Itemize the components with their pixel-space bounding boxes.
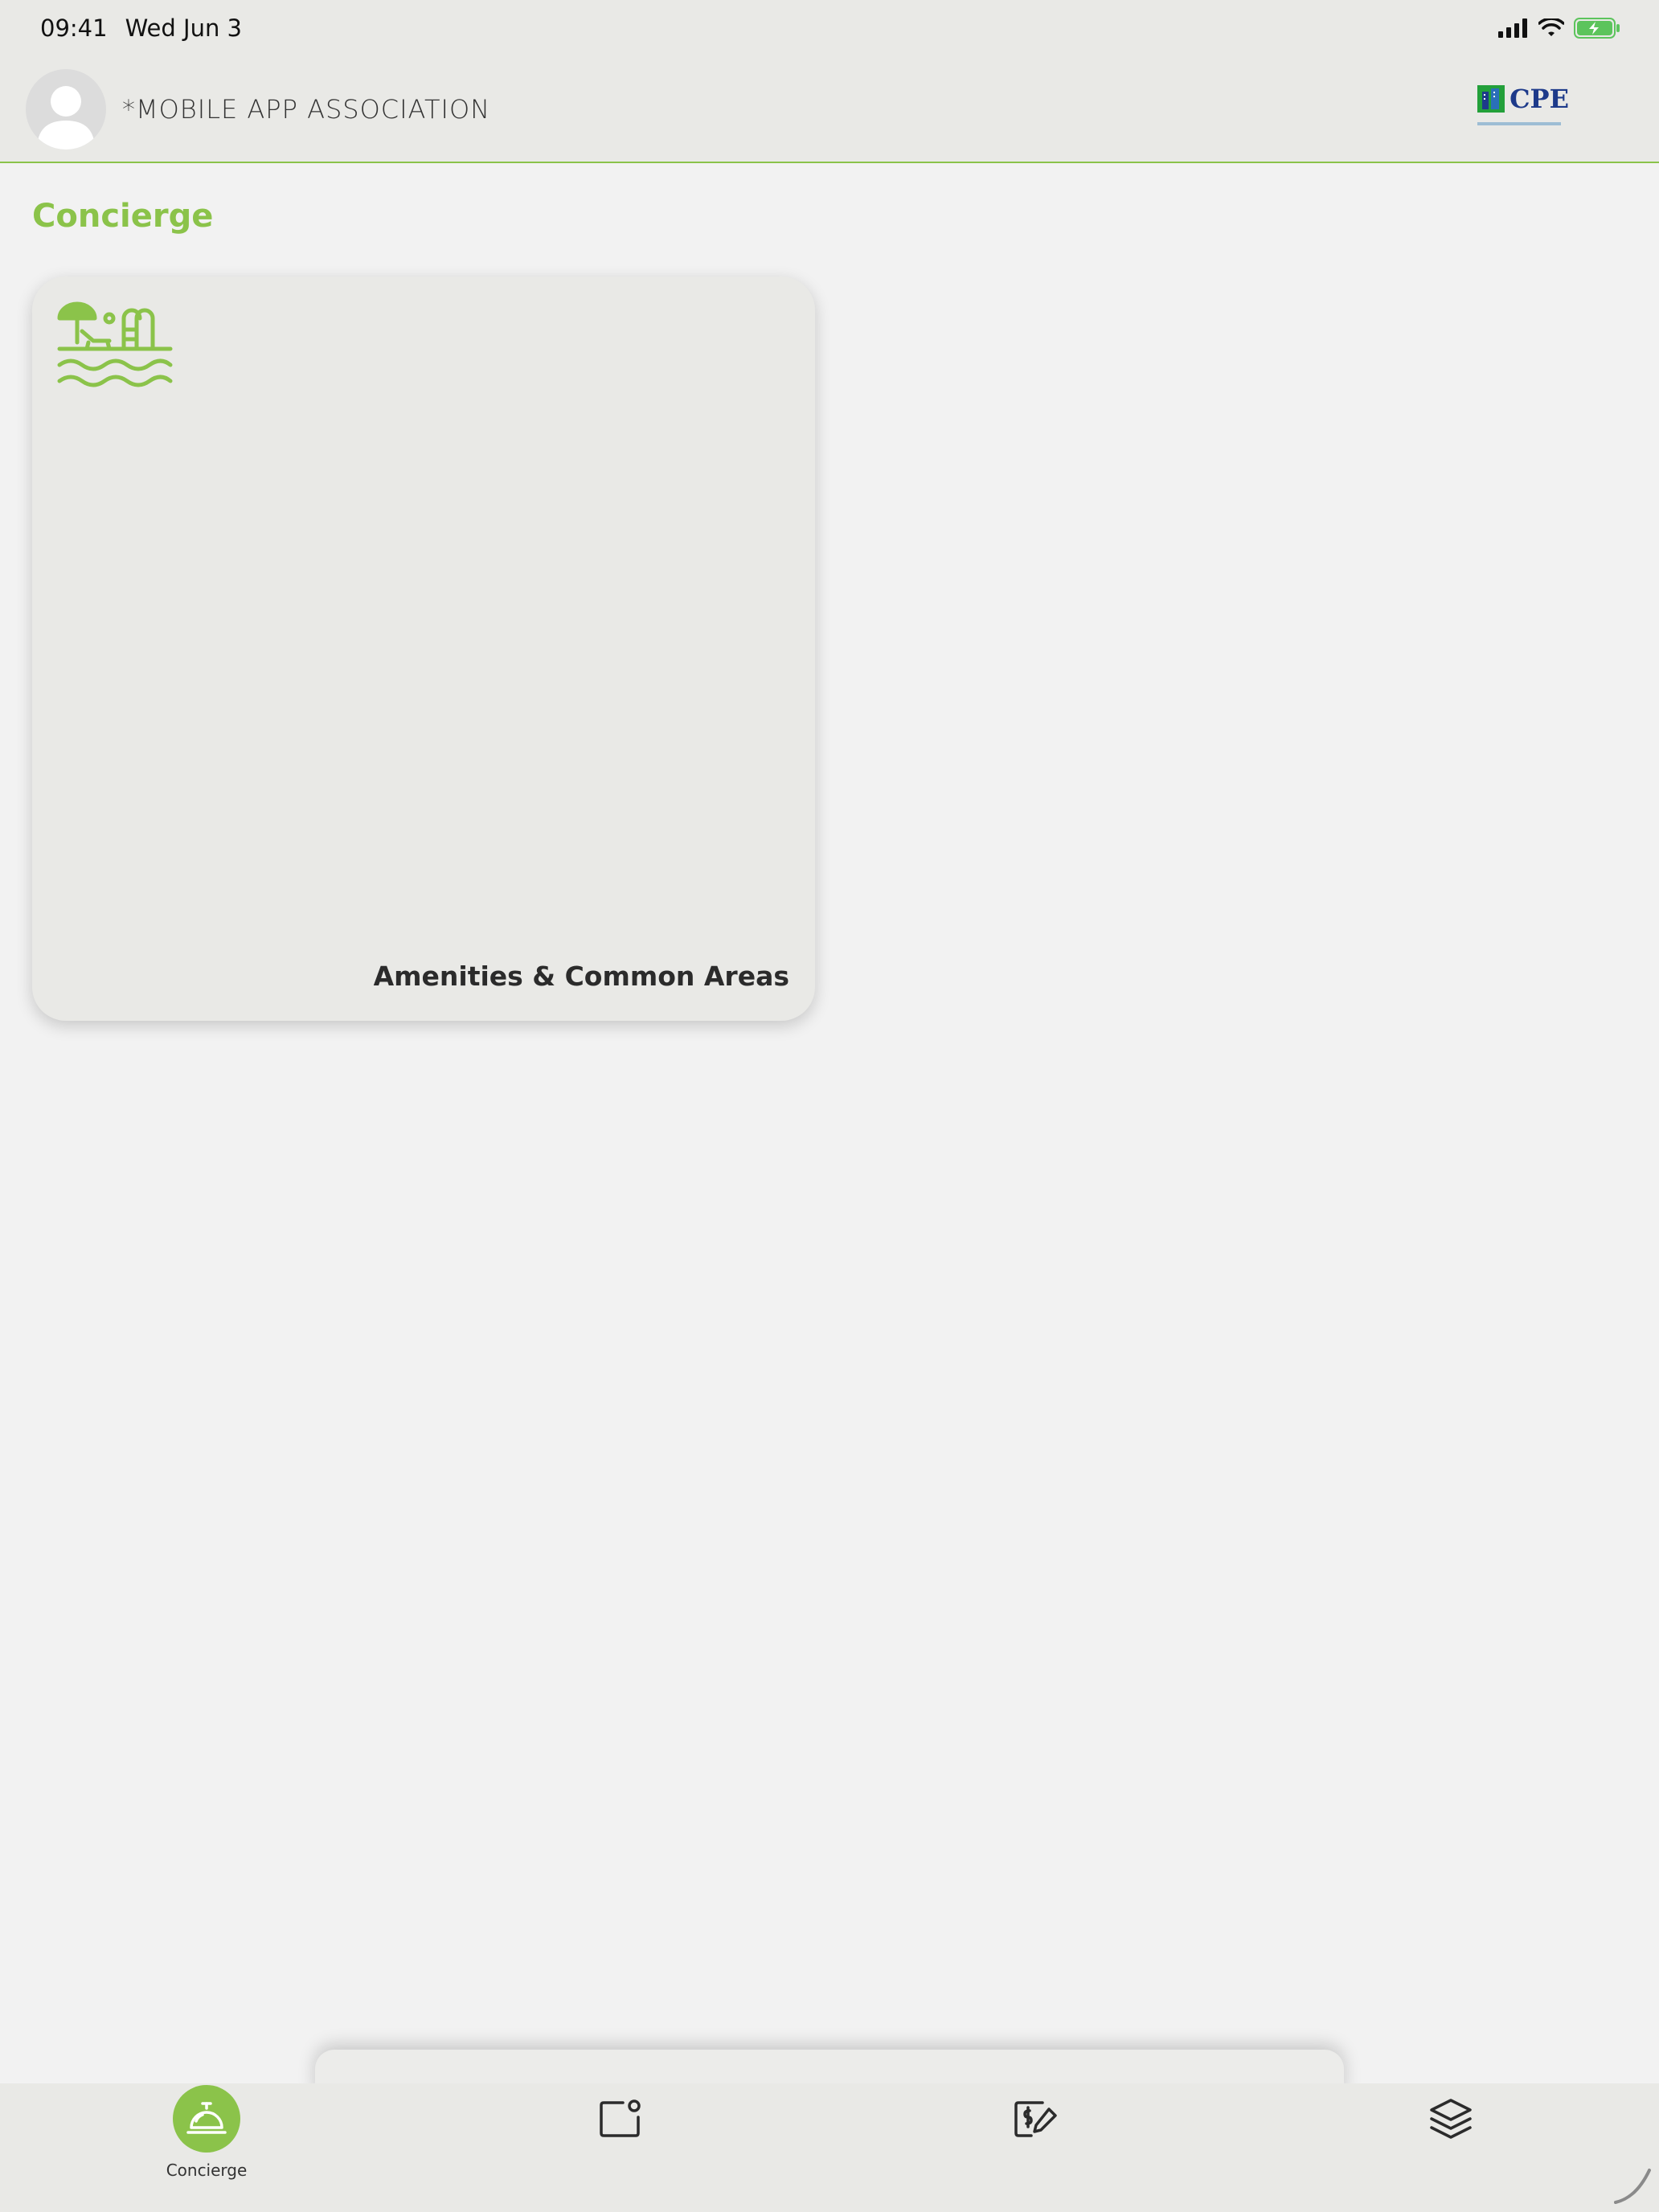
layers-icon: [1430, 2099, 1472, 2139]
pool-beach-icon: [57, 301, 173, 387]
status-time: 09:41: [40, 14, 108, 42]
avatar[interactable]: [26, 68, 106, 150]
user-silhouette-icon: [37, 85, 95, 150]
tab-bar: Concierge: [0, 2083, 1659, 2212]
tab-concierge-label: Concierge: [166, 2161, 248, 2180]
payment-edit-icon: [1014, 2101, 1057, 2137]
tab-concierge-active-indicator: [173, 2085, 240, 2153]
company-logo: CPE: [1477, 84, 1569, 125]
page-title: Concierge: [32, 198, 214, 235]
status-right: [1498, 18, 1620, 39]
cellular-signal-icon: [1498, 18, 1527, 38]
tab-concierge[interactable]: Concierge: [126, 2083, 287, 2212]
tab-messages-icon-wrap: [588, 2085, 655, 2153]
amenities-card[interactable]: Amenities & Common Areas: [32, 276, 815, 1021]
association-name: *MOBILE APP ASSOCIATION: [122, 93, 491, 125]
status-left: 09:41 Wed Jun 3: [40, 14, 242, 42]
app-header: *MOBILE APP ASSOCIATION CPE: [0, 56, 1659, 163]
home-indicator-corner: [1614, 2169, 1651, 2204]
tab-documents[interactable]: [1370, 2083, 1531, 2212]
tab-messages[interactable]: [541, 2083, 702, 2212]
card-label: Amenities & Common Areas: [373, 961, 789, 992]
message-board-icon: [600, 2099, 641, 2137]
status-date: Wed Jun 3: [125, 14, 243, 42]
tab-payments[interactable]: [956, 2083, 1116, 2212]
logo-text: CPE: [1509, 84, 1569, 114]
tab-documents-icon-wrap: [1417, 2085, 1485, 2153]
logo-tagline-line: [1477, 122, 1562, 125]
concierge-bell-icon: [186, 2102, 227, 2134]
app-root: 09:41 Wed Jun 3 *MOBILE APP ASSOCIATION …: [0, 0, 1659, 2212]
tab-payments-icon-wrap: [1002, 2085, 1070, 2153]
battery-charging-icon: [1574, 18, 1620, 39]
building-logo-icon: [1477, 85, 1505, 113]
wifi-icon: [1538, 18, 1564, 36]
status-bar: 09:41 Wed Jun 3: [0, 0, 1659, 56]
